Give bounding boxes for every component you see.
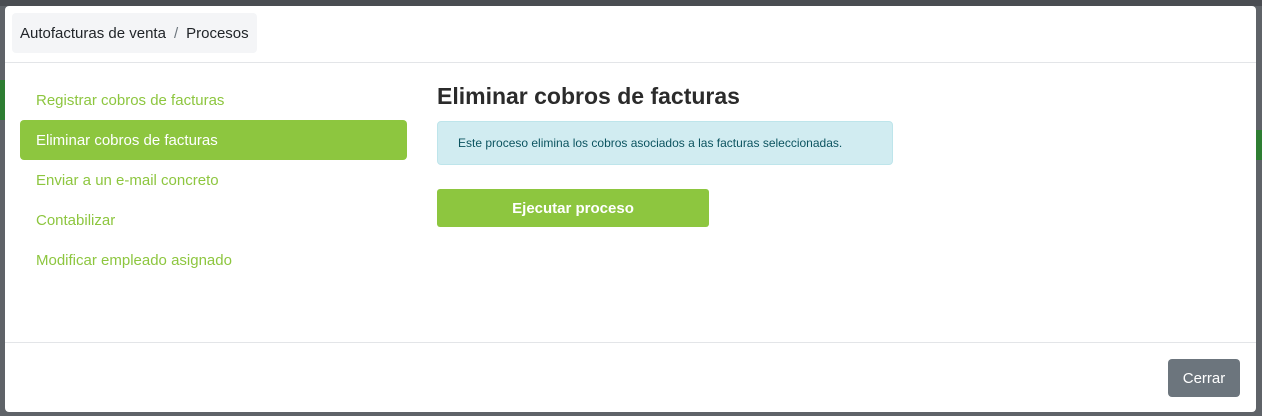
breadcrumb-parent[interactable]: Autofacturas de venta xyxy=(20,25,166,42)
process-item-enviar-email[interactable]: Enviar a un e-mail concreto xyxy=(20,160,407,200)
modal-footer: Cerrar xyxy=(5,343,1256,413)
processes-modal: Autofacturas de venta / Procesos Registr… xyxy=(5,6,1256,412)
process-item-registrar-cobros[interactable]: Registrar cobros de facturas xyxy=(20,80,407,120)
process-list: Registrar cobros de facturas Eliminar co… xyxy=(20,80,407,280)
process-item-label: Eliminar cobros de facturas xyxy=(36,131,218,149)
process-item-label: Enviar a un e-mail concreto xyxy=(36,171,219,189)
process-info-text: Este proceso elimina los cobros asociado… xyxy=(458,136,843,150)
process-detail: Eliminar cobros de facturas Este proceso… xyxy=(437,81,1137,227)
background-app-strip xyxy=(1256,130,1262,160)
process-item-contabilizar[interactable]: Contabilizar xyxy=(20,200,407,240)
modal-body: Registrar cobros de facturas Eliminar co… xyxy=(5,63,1256,343)
process-item-label: Registrar cobros de facturas xyxy=(36,91,225,109)
modal-header: Autofacturas de venta / Procesos xyxy=(5,6,1256,63)
process-item-label: Modificar empleado asignado xyxy=(36,251,232,269)
breadcrumb-current: Procesos xyxy=(186,24,249,42)
process-item-modificar-empleado[interactable]: Modificar empleado asignado xyxy=(20,240,407,280)
close-button[interactable]: Cerrar xyxy=(1168,359,1240,397)
process-item-label: Contabilizar xyxy=(36,211,116,229)
process-item-eliminar-cobros[interactable]: Eliminar cobros de facturas xyxy=(20,120,407,160)
run-process-button[interactable]: Ejecutar proceso xyxy=(437,189,709,227)
breadcrumb: Autofacturas de venta / Procesos xyxy=(12,13,257,53)
breadcrumb-separator: / xyxy=(173,24,179,42)
process-info-alert: Este proceso elimina los cobros asociado… xyxy=(437,121,893,165)
process-title: Eliminar cobros de facturas xyxy=(437,83,740,109)
